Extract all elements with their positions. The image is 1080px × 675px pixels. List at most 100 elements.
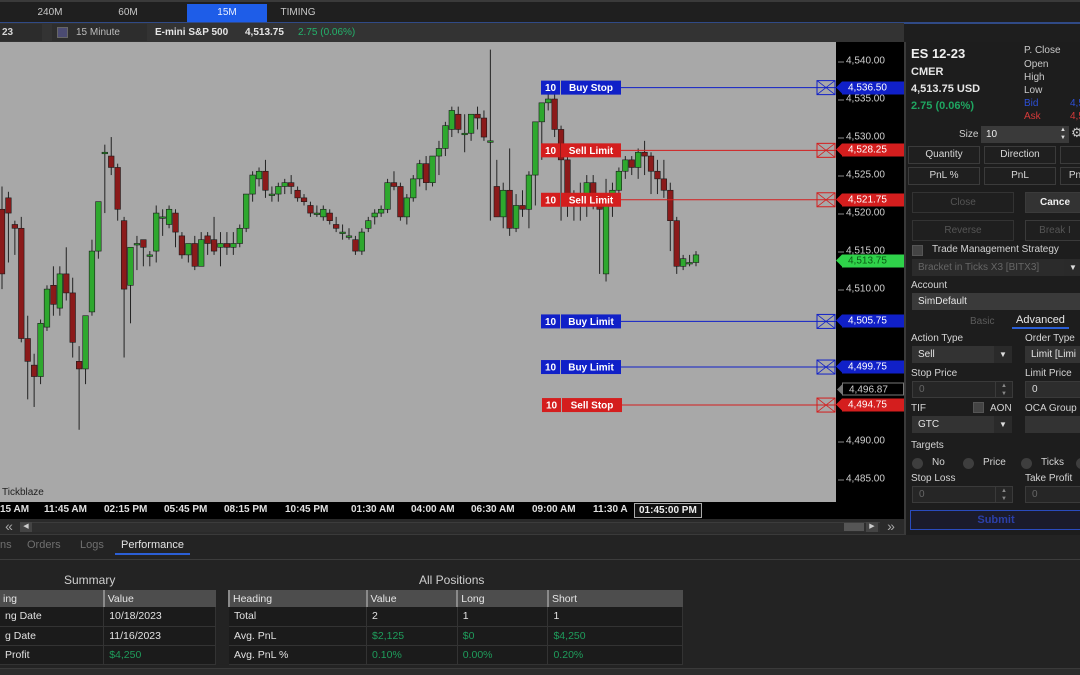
order-line-sell-limit[interactable]: 10 Sell Limit — [541, 142, 836, 158]
price-axis[interactable]: 4,540.00 4,535.00 4,530.00 4,525.00 4,520.00… — [836, 42, 904, 502]
candle-up[interactable] — [416, 163, 423, 180]
candle-up[interactable] — [146, 254, 153, 257]
candle-down[interactable] — [50, 285, 57, 305]
quantity-button[interactable]: Quantity — [908, 146, 980, 164]
table-row[interactable]: ng Date 10/18/2023 — [0, 607, 216, 627]
candle-down[interactable] — [307, 205, 314, 214]
candle-up[interactable] — [448, 110, 455, 130]
stop-loss-stepper-icon[interactable]: ▲ ▼ — [995, 486, 1013, 503]
candle-down[interactable] — [210, 239, 218, 252]
target-option-radio[interactable] — [1076, 458, 1080, 469]
cancel-button[interactable]: Cance — [1025, 192, 1080, 213]
account-select[interactable]: SimDefault — [912, 293, 1080, 310]
candle-up[interactable] — [236, 227, 243, 244]
candle-up[interactable] — [217, 243, 224, 248]
candle-up[interactable] — [165, 208, 173, 225]
candle-down[interactable] — [294, 189, 301, 199]
tab-basic[interactable]: Basic — [970, 316, 994, 327]
order-line-buy-limit[interactable]: 10 Buy Limit — [541, 313, 836, 329]
direction-button[interactable]: Direction — [984, 146, 1056, 164]
candle-down[interactable] — [333, 224, 340, 229]
order-price-flag[interactable]: 4,499.75 — [836, 360, 904, 374]
order-price-flag[interactable]: 4,536.50 — [836, 81, 904, 95]
tab-logs[interactable]: Logs — [80, 539, 104, 551]
tab-15m[interactable]: 15M — [187, 4, 267, 22]
order-price-flag[interactable]: 4,528.25 — [836, 143, 904, 157]
scroll-track[interactable] — [20, 522, 880, 532]
candle-up[interactable] — [435, 148, 443, 157]
candle-down[interactable] — [673, 220, 680, 267]
take-profit-input[interactable]: 0 — [1025, 486, 1080, 503]
column-header[interactable]: Short — [546, 590, 683, 607]
size-input[interactable] — [981, 126, 1069, 143]
candle-down[interactable] — [474, 113, 481, 119]
candle-up[interactable] — [686, 262, 693, 265]
candle-up[interactable] — [127, 246, 134, 286]
scroll-right-icon[interactable]: ▶ — [866, 522, 878, 532]
target-no-radio[interactable] — [912, 458, 923, 469]
reverse-button[interactable]: Reverse — [912, 220, 1014, 241]
table-row[interactable]: Profit $4,250 — [0, 645, 216, 665]
order-line-sell-stop[interactable]: 10 Sell Stop — [542, 397, 836, 413]
candle-down[interactable] — [223, 243, 231, 248]
candle-up[interactable] — [56, 273, 63, 309]
scroll-to-start-icon[interactable]: « — [0, 519, 18, 535]
candle-down[interactable] — [191, 243, 198, 267]
candle-up[interactable] — [82, 315, 89, 370]
candle-up[interactable] — [37, 323, 44, 377]
candle-down[interactable] — [114, 167, 121, 210]
candle-down[interactable] — [423, 163, 430, 183]
trade-management-checkbox[interactable] — [912, 245, 923, 256]
candle-up[interactable] — [512, 205, 520, 229]
tab-orders[interactable]: Orders — [27, 539, 61, 551]
stop-price-stepper-icon[interactable]: ▲ ▼ — [995, 381, 1013, 398]
candle-up[interactable] — [255, 170, 263, 180]
candle-up[interactable] — [133, 243, 141, 246]
candle-up[interactable] — [185, 243, 192, 256]
aon-checkbox[interactable] — [973, 402, 984, 413]
scroll-left-icon[interactable]: ◀ — [20, 522, 32, 532]
tab-advanced[interactable]: Advanced — [1012, 314, 1069, 329]
candle-down[interactable] — [204, 235, 211, 244]
candle-down[interactable] — [628, 159, 635, 168]
pnl-percent-button[interactable]: PnL % — [908, 167, 980, 185]
order-price-flag[interactable]: 4,521.75 — [836, 193, 904, 207]
column-header[interactable]: Value — [365, 590, 458, 607]
target-ticks-radio[interactable] — [1021, 458, 1032, 469]
candle-down[interactable] — [5, 197, 12, 214]
candle-up[interactable] — [365, 220, 372, 229]
break-even-button[interactable]: Break I — [1025, 220, 1080, 241]
candle-down[interactable] — [31, 364, 38, 377]
candle-down[interactable] — [480, 117, 488, 138]
candle-down[interactable] — [0, 208, 6, 275]
candle-down[interactable] — [493, 186, 500, 218]
candle-up[interactable] — [339, 231, 346, 234]
candle-up[interactable] — [461, 132, 468, 136]
target-price-radio[interactable] — [963, 458, 974, 469]
candle-down[interactable] — [11, 224, 18, 229]
close-button[interactable]: Close — [912, 192, 1014, 213]
candle-up[interactable] — [230, 243, 237, 248]
candle-down[interactable] — [300, 197, 308, 202]
candle-up[interactable] — [320, 208, 327, 218]
table-row[interactable]: Avg. PnL $2,125 $0 $4,250 — [229, 626, 683, 646]
candle-down[interactable] — [172, 212, 179, 233]
candle-down[interactable] — [667, 189, 674, 221]
candle-up[interactable] — [538, 102, 545, 123]
candle-down[interactable] — [654, 170, 661, 180]
candle-down[interactable] — [18, 227, 25, 339]
candle-up[interactable] — [429, 155, 436, 183]
candle-up[interactable] — [378, 208, 385, 214]
column-header[interactable]: ing — [0, 590, 104, 607]
tab-positions[interactable]: ns — [0, 539, 12, 551]
candle-down[interactable] — [390, 182, 398, 187]
table-row[interactable]: Avg. PnL % 0.10% 0.00% 0.20% — [229, 645, 683, 665]
candle-up[interactable] — [680, 258, 687, 267]
candle-down[interactable] — [551, 98, 558, 130]
stop-loss-input[interactable]: 0 — [912, 486, 996, 503]
candle-up[interactable] — [403, 197, 410, 218]
candle-up[interactable] — [532, 121, 539, 176]
order-line-sell-limit[interactable]: 10 Sell Limit — [541, 192, 836, 208]
candle-up[interactable] — [410, 178, 417, 199]
candle-up[interactable] — [88, 250, 96, 313]
